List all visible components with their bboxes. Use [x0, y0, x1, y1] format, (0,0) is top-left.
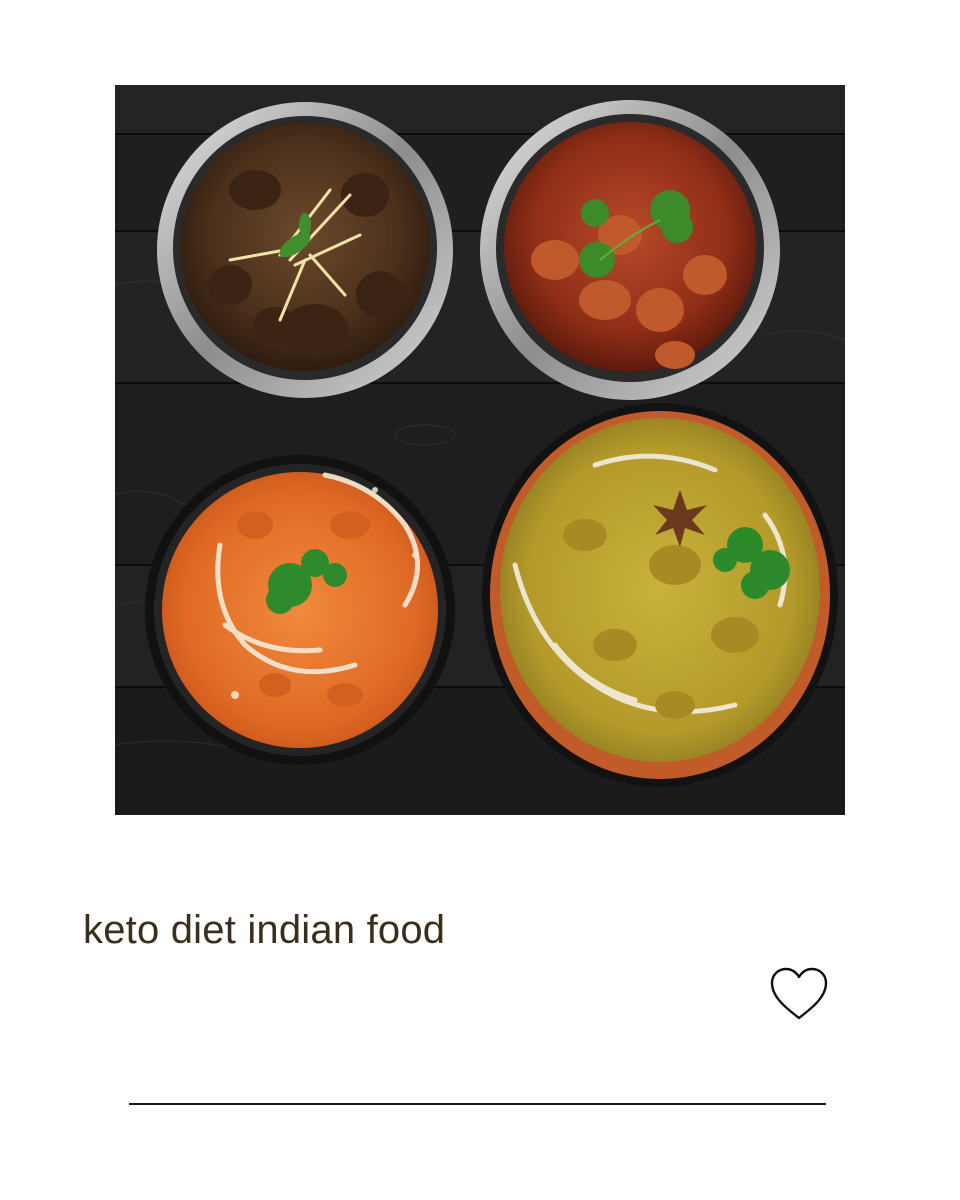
- post-title: keto diet indian food: [83, 908, 446, 952]
- food-photo: [115, 85, 845, 815]
- divider-line: [129, 1103, 826, 1105]
- like-button[interactable]: [768, 966, 830, 1022]
- heart-outline-icon: [770, 967, 828, 1020]
- curry-bowls-photo: [115, 85, 845, 815]
